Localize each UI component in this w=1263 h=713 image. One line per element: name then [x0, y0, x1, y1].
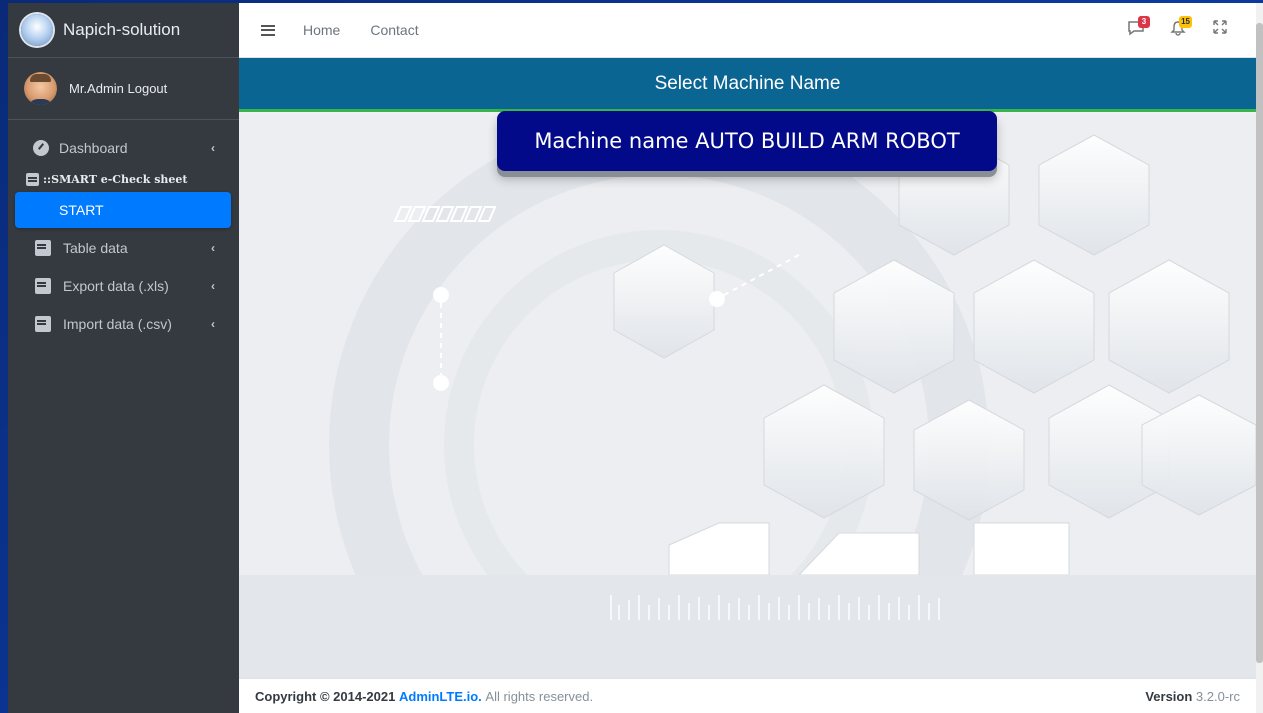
sidebar-item-export-data[interactable]: Export data (.xls) ‹	[15, 268, 231, 304]
copyright-text: Copyright © 2014-2021	[255, 688, 396, 704]
version-number: 3.2.0-rc	[1195, 688, 1240, 704]
menu-toggle-icon[interactable]	[261, 24, 275, 36]
messages-icon[interactable]: 3	[1126, 16, 1150, 40]
version-label: Version	[1145, 688, 1193, 704]
gauge-icon	[33, 140, 49, 156]
nav-link-contact[interactable]: Contact	[370, 22, 418, 38]
nav-link-home[interactable]: Home	[303, 22, 340, 38]
document-icon	[35, 278, 51, 294]
adminlte-link[interactable]: AdminLTE.io.	[399, 689, 482, 704]
scrollbar-thumb[interactable]	[1256, 23, 1263, 663]
messages-badge: 3	[1138, 16, 1150, 28]
avatar	[24, 72, 57, 105]
sidebar-header-smart-echeck: ::SMART e-Check sheet	[8, 168, 239, 190]
notifications-badge: 15	[1179, 16, 1192, 28]
brand-logo-icon	[21, 14, 53, 46]
navbar-right: 3 15	[1126, 16, 1230, 40]
machine-select-button[interactable]: Machine name AUTO BUILD ARM ROBOT	[497, 111, 997, 171]
sidebar-item-label: Table data	[63, 240, 128, 256]
brand-link[interactable]: Napich-solution	[8, 3, 239, 58]
sidebar-item-table-data[interactable]: Table data ‹	[15, 230, 231, 266]
user-panel[interactable]: Mr.Admin Logout	[8, 58, 239, 120]
page-scrollbar[interactable]	[1256, 3, 1263, 713]
logout-link[interactable]: Mr.Admin Logout	[69, 81, 167, 96]
table-icon	[33, 202, 49, 218]
sidebar-item-label: Import data (.csv)	[63, 316, 172, 332]
sidebar-item-dashboard[interactable]: Dashboard ‹	[15, 130, 231, 166]
rights-text: All rights reserved.	[485, 688, 594, 704]
chevron-left-icon: ‹	[211, 317, 215, 331]
fullscreen-icon[interactable]	[1210, 20, 1230, 40]
sidebar-item-start[interactable]: START	[15, 192, 231, 228]
chevron-left-icon: ‹	[211, 279, 215, 293]
sidebar-item-label: START	[59, 202, 104, 218]
notifications-icon[interactable]: 15	[1168, 16, 1192, 40]
sidebar-item-import-data[interactable]: Import data (.csv) ‹	[15, 306, 231, 342]
top-navbar: Home Contact 3 15	[239, 3, 1256, 58]
content-wrapper: Select Machine Name Machine name AUTO BU…	[239, 58, 1256, 678]
page-title: Select Machine Name	[239, 58, 1256, 112]
brand-name: Napich-solution	[63, 20, 181, 39]
chevron-left-icon: ‹	[211, 141, 215, 155]
sidebar: Napich-solution Mr.Admin Logout Dashboar…	[8, 3, 239, 713]
sidebar-item-label: Dashboard	[59, 140, 128, 156]
chevron-left-icon: ‹	[211, 241, 215, 255]
sidebar-item-label: Export data (.xls)	[63, 278, 169, 294]
version-info: Version 3.2.0-rc	[1145, 689, 1240, 704]
document-icon	[35, 316, 51, 332]
sidebar-nav: Dashboard ‹ ::SMART e-Check sheet START …	[8, 120, 239, 342]
tech-background-image	[239, 115, 1256, 678]
sidebar-header-label: ::SMART e-Check sheet	[43, 172, 188, 186]
document-icon	[26, 172, 39, 186]
document-icon	[35, 240, 51, 256]
main-footer: Copyright © 2014-2021 AdminLTE.io. All r…	[239, 678, 1256, 713]
